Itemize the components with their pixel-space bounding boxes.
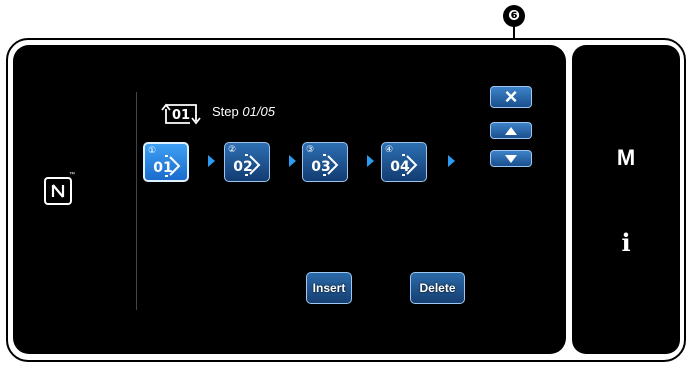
close-icon: ×	[504, 84, 518, 109]
annotation-callout-6: ❻	[503, 5, 525, 27]
step-total: 05	[260, 104, 275, 119]
step-button-3[interactable]: ③ 03	[302, 142, 348, 182]
triangle-down-icon	[505, 154, 517, 163]
delete-button[interactable]: Delete	[410, 272, 465, 304]
step-number: 03	[311, 159, 330, 175]
step-cycle-icon: 01	[160, 101, 202, 127]
mode-button[interactable]: M	[608, 145, 644, 171]
step-diamond-icon: 01	[153, 155, 181, 177]
nfc-trademark: ™	[69, 172, 75, 178]
side-button-panel	[572, 45, 680, 354]
main-display-panel	[13, 45, 566, 354]
nfc-icon[interactable]	[44, 177, 72, 205]
step-label-text: Step	[212, 104, 239, 119]
panel-divider	[136, 92, 137, 310]
info-button[interactable]: i	[608, 228, 644, 257]
step-arrow-icon	[448, 155, 455, 167]
step-arrow-icon	[289, 155, 296, 167]
step-number: 02	[233, 159, 252, 175]
step-icon-text: 01	[172, 108, 190, 123]
step-current: 01	[242, 104, 257, 119]
step-button-4[interactable]: ④ 04	[381, 142, 427, 182]
close-button[interactable]: ×	[490, 86, 532, 108]
step-arrow-icon	[367, 155, 374, 167]
step-diamond-icon: 03	[311, 154, 339, 176]
scroll-up-button[interactable]	[490, 122, 532, 139]
step-number: 01	[153, 160, 172, 176]
insert-button[interactable]: Insert	[306, 272, 352, 304]
step-number: 04	[390, 159, 410, 175]
triangle-up-icon	[505, 126, 517, 135]
step-indicator: Step 01/05	[212, 104, 275, 119]
step-button-1[interactable]: ① 01	[143, 142, 189, 182]
step-diamond-icon: 04	[390, 154, 418, 176]
step-diamond-icon: 02	[233, 154, 261, 176]
scroll-down-button[interactable]	[490, 150, 532, 167]
step-button-2[interactable]: ② 02	[224, 142, 270, 182]
nfc-glyph	[51, 184, 65, 198]
step-arrow-icon	[208, 155, 215, 167]
